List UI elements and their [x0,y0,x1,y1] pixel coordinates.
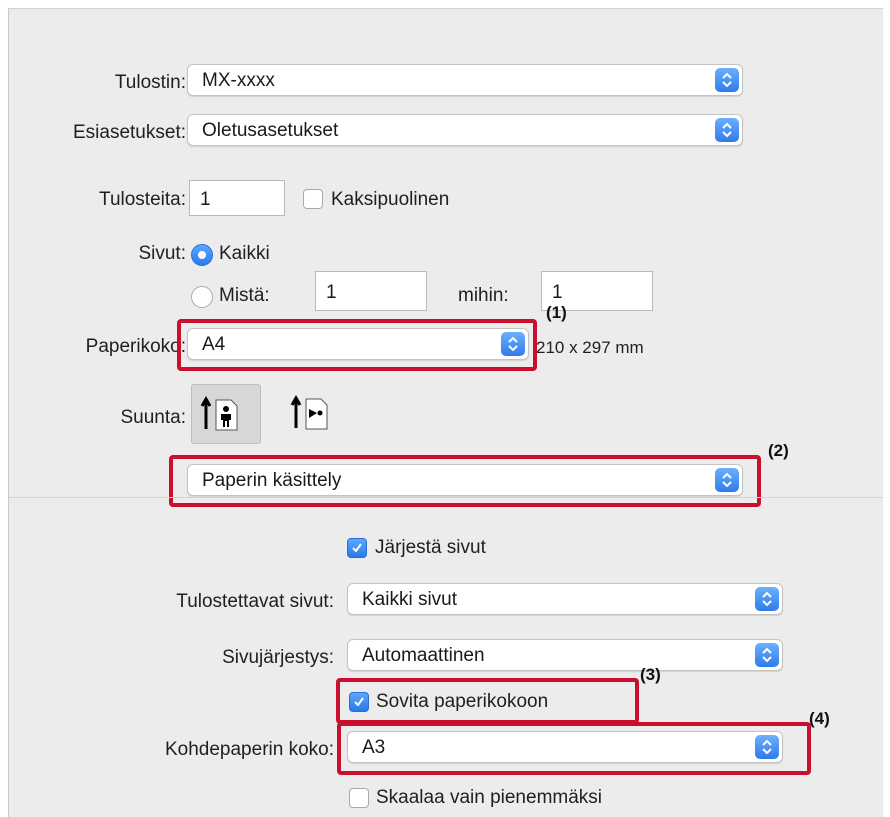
copies-label: Tulosteita: [99,189,186,210]
callout-3: (3) [640,665,661,684]
section-divider [9,497,883,498]
collate-label: Järjestä sivut [375,537,486,558]
pages-from-input[interactable] [316,272,426,310]
pages-to-print-value: Kaikki sivut [362,589,458,610]
printer-popup[interactable]: MX-xxxx [187,64,743,96]
pages-all-radio[interactable] [191,244,213,266]
pages-to-label: mihin: [458,285,509,306]
duplex-label: Kaksipuolinen [331,189,450,210]
orientation-landscape-button[interactable] [282,384,352,444]
landscape-orientation-icon [290,394,328,430]
paper-dims-text: 210 x 297 mm [536,338,644,357]
collate-checkbox[interactable] [347,538,367,558]
page-order-popup[interactable]: Automaattinen [347,639,783,671]
print-dialog-panel: Tulostin: MX-xxxx Esiasetukset: Oletusas… [8,8,883,817]
presets-value: Oletusasetukset [202,120,339,141]
pages-range-radio[interactable] [191,286,213,308]
orientation-portrait-button[interactable] [191,384,261,444]
portrait-orientation-icon [200,395,238,431]
stepper-arrows-icon [755,643,779,667]
pages-to-print-label: Tulostettavat sivut: [176,591,334,612]
printer-value: MX-xxxx [202,70,275,91]
stepper-arrows-icon [715,68,739,92]
highlight-1 [177,319,537,371]
highlight-2 [169,455,761,507]
pages-label: Sivut: [138,243,186,264]
callout-4: (4) [809,709,830,728]
orientation-label: Suunta: [120,407,187,428]
pages-from-label: Mistä: [219,285,270,306]
copies-field[interactable] [189,180,285,216]
dest-paper-label: Kohdepaperin koko: [164,739,334,760]
pages-from-field[interactable] [315,271,427,311]
page-order-value: Automaattinen [362,645,485,666]
callout-2: (2) [768,441,789,460]
stepper-arrows-icon [715,118,739,142]
checkmark-icon [352,543,362,553]
stepper-arrows-icon [755,587,779,611]
copies-input[interactable] [190,181,284,215]
printer-label: Tulostin: [114,72,186,93]
page-order-label: Sivujärjestys: [222,647,334,668]
highlight-4 [337,722,811,775]
paper-size-label: Paperikoko: [85,336,186,357]
pages-all-label: Kaikki [219,243,270,264]
highlight-3 [336,678,639,724]
pages-to-print-popup[interactable]: Kaikki sivut [347,583,783,615]
duplex-checkbox[interactable] [303,189,323,209]
presets-label: Esiasetukset: [73,122,186,143]
callout-1: (1) [546,303,567,322]
scale-down-only-checkbox[interactable] [349,788,369,808]
scale-down-only-label: Skaalaa vain pienemmäksi [376,787,603,808]
presets-popup[interactable]: Oletusasetukset [187,114,743,146]
